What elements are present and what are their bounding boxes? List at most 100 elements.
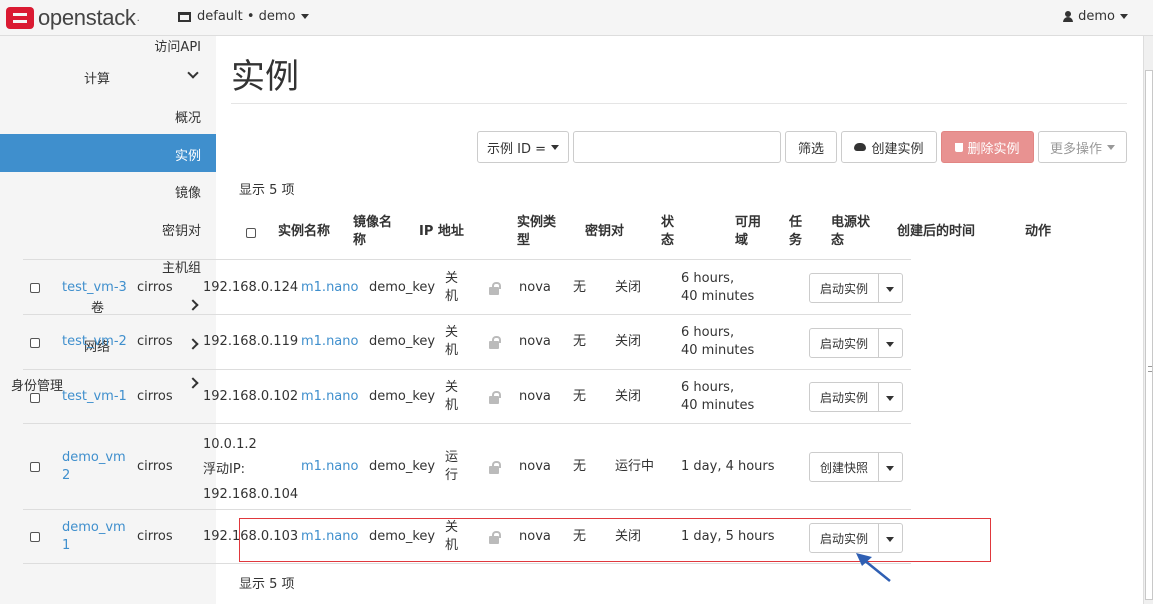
- filter-button-label: 筛选: [797, 141, 824, 157]
- instance-name-link[interactable]: test_vm-2: [62, 333, 127, 351]
- instance-status: 运 行: [445, 449, 458, 485]
- unlock-icon: [489, 336, 501, 349]
- col-header-az[interactable]: 可用 域: [735, 214, 761, 250]
- sidebar-group-compute[interactable]: 计算: [0, 57, 216, 95]
- filter-input[interactable]: [573, 131, 781, 163]
- instance-status-line1: 关: [445, 325, 459, 340]
- delete-instances-button[interactable]: 删除实例: [941, 131, 1034, 163]
- row-actions-dropdown[interactable]: [879, 382, 903, 412]
- user-menu-label: demo: [1078, 9, 1115, 24]
- unlock-icon: [489, 391, 501, 404]
- row-checkbox[interactable]: [30, 393, 40, 403]
- col-header-task-line1: 任: [789, 215, 803, 230]
- instance-name-line1: demo_vm: [62, 520, 126, 535]
- unlock-icon: [489, 461, 501, 474]
- title-divider: [231, 103, 1127, 104]
- user-menu[interactable]: demo: [1063, 9, 1128, 24]
- col-header-flavor-line2: 型: [517, 233, 531, 248]
- col-header-flavor[interactable]: 实例类 型: [517, 214, 556, 250]
- filter-field-label: 示例 ID =: [486, 141, 546, 157]
- col-header-task-line2: 务: [789, 233, 803, 248]
- table-row: test_vm-1 cirros 192.168.0.102 m1.nano d…: [23, 369, 911, 423]
- create-instance-button[interactable]: 创建实例: [841, 131, 937, 163]
- scrollbar-thumb[interactable]: [1145, 70, 1153, 600]
- image-name: cirros: [137, 459, 173, 474]
- more-actions-label: 更多操作: [1049, 141, 1102, 157]
- row-checkbox[interactable]: [30, 532, 40, 542]
- filter-field-dropdown[interactable]: 示例 ID =: [477, 131, 569, 163]
- sidebar-item-keypairs[interactable]: 密钥对: [0, 209, 216, 247]
- col-header-power[interactable]: 电源状 态: [831, 214, 870, 250]
- col-header-actions: 动作: [1025, 224, 1052, 239]
- sidebar-item-instances[interactable]: 实例: [0, 134, 216, 172]
- start-instance-button[interactable]: 启动实例: [809, 382, 879, 412]
- caret-down-icon: [551, 144, 559, 150]
- sidebar-item-label: 实例: [174, 149, 201, 164]
- more-actions-button[interactable]: 更多操作: [1038, 131, 1127, 163]
- sidebar-item-label: 计算: [84, 72, 111, 87]
- top-navbar: openstack. default • demo demo: [0, 0, 1153, 36]
- power-state: 关闭: [615, 334, 642, 349]
- flavor-link[interactable]: m1.nano: [301, 458, 358, 476]
- start-instance-button[interactable]: 启动实例: [809, 273, 879, 303]
- task-state: 无: [573, 459, 587, 474]
- select-all-checkbox[interactable]: [246, 228, 256, 238]
- ip-address: 192.168.0.124: [203, 280, 299, 295]
- instance-name-link[interactable]: demo_vm 2: [62, 449, 126, 485]
- row-checkbox[interactable]: [30, 283, 40, 293]
- flavor-link[interactable]: m1.nano: [301, 333, 358, 351]
- instance-status-line1: 运: [445, 450, 459, 465]
- instance-name-line2: 1: [62, 538, 71, 553]
- col-header-task[interactable]: 任 务: [789, 214, 802, 250]
- row-checkbox[interactable]: [30, 338, 40, 348]
- row-checkbox[interactable]: [30, 462, 40, 472]
- col-header-age[interactable]: 创建后的时间: [897, 223, 975, 241]
- filter-button[interactable]: 筛选: [785, 131, 837, 163]
- sidebar-item-overview[interactable]: 概况: [0, 96, 216, 134]
- brand-name: openstack: [38, 5, 136, 30]
- sidebar-item-label: 密钥对: [161, 224, 201, 239]
- item-count-top: 显示 5 项: [239, 183, 295, 198]
- scrollbar-grip: [1148, 366, 1152, 372]
- instance-status: 关 机: [445, 270, 458, 306]
- instance-name-link[interactable]: test_vm-3: [62, 279, 127, 297]
- col-header-ip[interactable]: IP 地址: [419, 223, 464, 241]
- instance-status-line2: 行: [445, 468, 459, 483]
- col-header-az-line2: 域: [735, 233, 749, 248]
- flavor-link[interactable]: m1.nano: [301, 279, 358, 297]
- row-actions-dropdown[interactable]: [879, 452, 903, 482]
- age-line2: 40 minutes: [681, 343, 755, 358]
- age-line2: 40 minutes: [681, 398, 755, 413]
- power-state: 关闭: [615, 280, 642, 295]
- age: 6 hours, 40 minutes: [681, 270, 754, 306]
- start-instance-button[interactable]: 启动实例: [809, 328, 879, 358]
- col-header-az-line1: 可用: [735, 215, 762, 230]
- instance-status: 关 机: [445, 324, 458, 360]
- col-header-image-line1: 镜像名: [353, 215, 393, 230]
- create-snapshot-button[interactable]: 创建快照: [809, 452, 879, 482]
- row-actions-dropdown[interactable]: [879, 273, 903, 303]
- floating-ip-label: 浮动IP:: [203, 462, 246, 477]
- unlock-icon: [489, 282, 501, 295]
- caret-down-icon: [1120, 14, 1128, 19]
- col-header-name[interactable]: 实例名称: [278, 223, 330, 241]
- col-header-image[interactable]: 镜像名 称: [353, 214, 392, 250]
- flavor-link[interactable]: m1.nano: [301, 388, 358, 406]
- col-header-keypair[interactable]: 密钥对: [585, 223, 624, 241]
- row-actions-dropdown[interactable]: [879, 328, 903, 358]
- project-selector[interactable]: default • demo: [178, 9, 309, 24]
- col-header-status[interactable]: 状 态: [661, 214, 674, 250]
- chevron-down-icon: [187, 67, 199, 79]
- age: 6 hours, 40 minutes: [681, 324, 754, 360]
- availability-zone: nova: [519, 389, 551, 404]
- table-row: test_vm-3 cirros 192.168.0.124 m1.nano d…: [23, 259, 911, 314]
- instance-name-link[interactable]: test_vm-1: [62, 388, 127, 406]
- sidebar-item-images[interactable]: 镜像: [0, 171, 216, 209]
- task-state: 无: [573, 334, 587, 349]
- page-scrollbar[interactable]: [1143, 36, 1153, 604]
- sidebar-item-label: 概况: [174, 111, 201, 126]
- col-header-power-line1: 电源状: [831, 215, 871, 230]
- openstack-logo[interactable]: openstack.: [6, 5, 140, 30]
- age: 6 hours, 40 minutes: [681, 379, 754, 415]
- instance-name-link[interactable]: demo_vm 1: [62, 519, 126, 555]
